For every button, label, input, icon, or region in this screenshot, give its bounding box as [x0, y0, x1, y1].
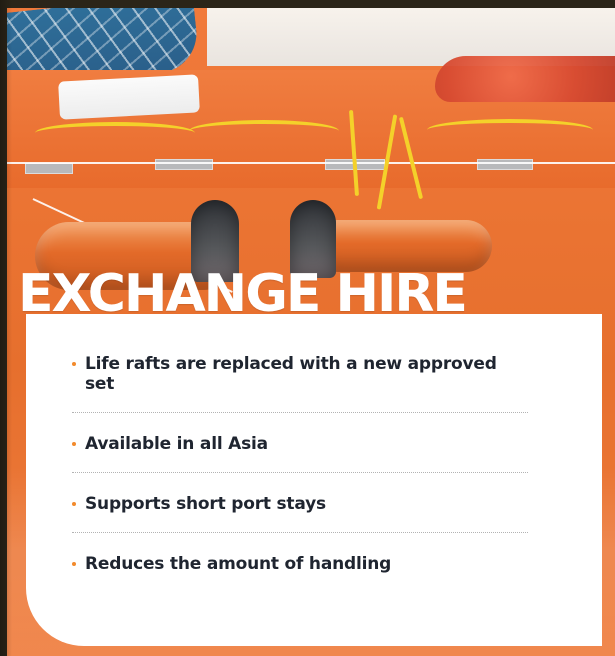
exchange-hire-page: EXCHANGE HIRE Life rafts are replaced wi… — [0, 0, 615, 656]
left-frame-shadow — [0, 0, 12, 656]
benefit-item: Reduces the amount of handling — [72, 544, 528, 592]
yellow-grab-line — [427, 119, 593, 141]
bullet-dot-icon — [72, 562, 76, 566]
benefit-item: Supports short port stays — [72, 484, 528, 533]
white-cover-pad — [58, 74, 200, 120]
page-title: EXCHANGE HIRE — [18, 264, 468, 324]
benefit-text: Reduces the amount of handling — [85, 554, 392, 574]
bullet-dot-icon — [72, 502, 76, 506]
red-canopy-fold — [435, 56, 615, 102]
yellow-grab-line — [35, 122, 195, 144]
benefits-list: Life rafts are replaced with a new appro… — [72, 344, 528, 592]
yellow-grab-line — [189, 120, 339, 142]
reflective-tape-tag — [155, 159, 213, 170]
bullet-dot-icon — [72, 362, 76, 366]
benefit-item: Life rafts are replaced with a new appro… — [72, 344, 528, 413]
reflective-tape-tag — [477, 159, 533, 170]
benefit-text: Supports short port stays — [85, 494, 326, 514]
benefit-text: Available in all Asia — [85, 434, 268, 454]
benefit-item: Available in all Asia — [72, 424, 528, 473]
bullet-dot-icon — [72, 442, 76, 446]
benefits-card: Life rafts are replaced with a new appro… — [26, 314, 602, 646]
white-lifeline-rope — [7, 162, 615, 164]
benefit-text: Life rafts are replaced with a new appro… — [85, 354, 497, 394]
reflective-tape-tag — [25, 163, 73, 174]
